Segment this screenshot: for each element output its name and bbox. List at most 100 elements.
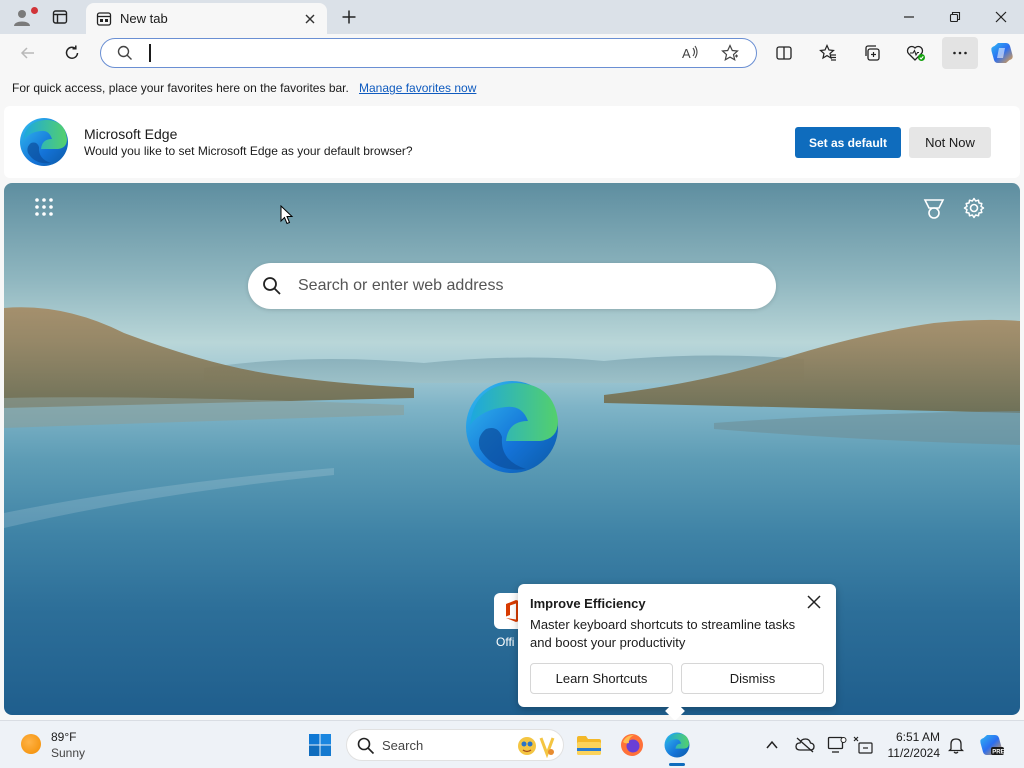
plus-icon xyxy=(342,10,356,24)
copilot-button[interactable] xyxy=(986,37,1018,69)
active-app-indicator xyxy=(669,763,685,766)
split-screen-icon xyxy=(776,46,792,60)
new-tab-button[interactable] xyxy=(336,5,362,29)
close-icon[interactable] xyxy=(806,594,822,610)
set-as-default-button[interactable]: Set as default xyxy=(795,127,901,158)
favorites-icon xyxy=(819,44,836,61)
onedrive-tray-button[interactable] xyxy=(793,733,817,757)
split-screen-button[interactable] xyxy=(768,37,800,69)
clock-date: 11/2/2024 xyxy=(887,746,941,760)
display-tray-button[interactable] xyxy=(825,733,849,757)
search-icon xyxy=(117,45,132,60)
weather-condition: Sunny xyxy=(51,746,86,760)
taskbar-search-label: Search xyxy=(382,738,424,753)
restore-button[interactable] xyxy=(932,0,978,34)
learn-shortcuts-button[interactable]: Learn Shortcuts xyxy=(530,663,673,694)
banner-subtitle: Would you like to set Microsoft Edge as … xyxy=(84,144,413,158)
collections-button[interactable] xyxy=(856,37,888,69)
notification-dot xyxy=(31,7,38,14)
tab-new-tab[interactable]: New tab xyxy=(86,3,327,34)
text-caret xyxy=(149,44,151,62)
dismiss-button[interactable]: Dismiss xyxy=(681,663,824,694)
tab-strip: New tab xyxy=(0,0,1024,34)
close-tab-icon[interactable] xyxy=(302,11,318,27)
svg-text:PRE: PRE xyxy=(992,750,1004,756)
network-tray-button[interactable] xyxy=(851,733,875,757)
weather-temperature: 89°F xyxy=(51,730,77,744)
add-favorite-icon[interactable] xyxy=(721,44,739,62)
toolbar: A xyxy=(0,34,1024,72)
network-icon xyxy=(853,736,873,754)
file-explorer-taskbar-icon[interactable] xyxy=(573,729,605,761)
new-tab-favicon-icon xyxy=(96,12,112,26)
tab-actions-icon xyxy=(52,10,68,24)
apps-grid-icon[interactable] xyxy=(34,197,54,217)
tab-title: New tab xyxy=(120,11,168,26)
popup-body: Master keyboard shortcuts to streamline … xyxy=(530,617,796,650)
back-button[interactable] xyxy=(12,37,44,69)
popup-pointer xyxy=(665,701,685,721)
sun-icon xyxy=(21,734,41,754)
search-highlight-icon xyxy=(518,737,555,758)
close-icon xyxy=(995,11,1007,23)
onedrive-icon xyxy=(795,737,815,753)
search-icon xyxy=(357,737,375,755)
gear-icon[interactable] xyxy=(962,196,986,220)
more-icon xyxy=(953,51,967,55)
refresh-icon xyxy=(65,45,79,59)
clock-time: 6:51 AM xyxy=(895,730,940,744)
refresh-button[interactable] xyxy=(56,37,88,69)
edge-taskbar-icon[interactable] xyxy=(661,729,693,761)
chevron-up-icon xyxy=(766,740,778,749)
taskbar: 89°F Sunny Search 6:51 AM 11/2/2024 PRE xyxy=(0,720,1024,768)
browser-essentials-button[interactable] xyxy=(900,37,932,69)
favorites-button[interactable] xyxy=(812,37,844,69)
manage-favorites-link[interactable]: Manage favorites now xyxy=(359,81,476,95)
firefox-icon xyxy=(621,734,643,756)
show-hidden-icons-button[interactable] xyxy=(760,733,784,757)
search-icon xyxy=(263,277,281,295)
edge-icon xyxy=(664,732,690,758)
copilot-pre-icon: PRE xyxy=(980,735,1005,756)
profile-button[interactable] xyxy=(8,4,38,30)
firefox-taskbar-icon[interactable] xyxy=(616,729,648,761)
web-search-placeholder: Search or enter web address xyxy=(298,277,504,294)
restore-icon xyxy=(949,11,961,23)
web-search-box[interactable]: Search or enter web address xyxy=(248,263,776,309)
copilot-icon xyxy=(991,43,1013,63)
new-tab-page: Search or enter web address Offi xyxy=(4,183,1020,715)
popup-title: Improve Efficiency xyxy=(530,596,646,611)
tab-actions-button[interactable] xyxy=(46,4,74,30)
copilot-taskbar-button[interactable]: PRE xyxy=(978,733,1006,757)
close-window-button[interactable] xyxy=(978,0,1024,34)
minimize-button[interactable] xyxy=(886,0,932,34)
collections-icon xyxy=(865,45,880,61)
not-now-button[interactable]: Not Now xyxy=(909,127,991,158)
browser-essentials-icon xyxy=(906,45,925,61)
bell-icon xyxy=(948,738,964,754)
notifications-button[interactable] xyxy=(944,733,968,757)
mouse-cursor-icon xyxy=(280,205,294,225)
banner-title: Microsoft Edge xyxy=(84,126,178,142)
profile-icon xyxy=(14,10,30,26)
back-icon xyxy=(20,47,34,59)
favorites-bar: For quick access, place your favorites h… xyxy=(0,72,1024,104)
edge-logo-icon xyxy=(466,381,558,573)
improve-efficiency-popup: Improve Efficiency Master keyboard short… xyxy=(518,584,836,721)
default-browser-banner: Microsoft Edge Would you like to set Mic… xyxy=(4,106,1020,178)
weather-widget[interactable]: 89°F Sunny xyxy=(10,721,100,768)
quick-link-label: Offi xyxy=(496,635,515,649)
clock[interactable]: 6:51 AM 11/2/2024 xyxy=(880,721,950,768)
svg-text:A: A xyxy=(682,46,691,61)
rewards-icon[interactable] xyxy=(922,197,946,221)
read-aloud-icon[interactable]: A xyxy=(681,44,699,62)
taskbar-search[interactable]: Search xyxy=(346,729,564,761)
address-bar[interactable]: A xyxy=(100,38,757,68)
minimize-icon xyxy=(904,16,914,18)
favorites-bar-message: For quick access, place your favorites h… xyxy=(12,81,349,95)
start-button[interactable] xyxy=(304,729,336,761)
more-button[interactable] xyxy=(942,37,978,69)
display-icon xyxy=(827,736,847,753)
edge-logo-icon xyxy=(20,118,68,166)
folder-icon xyxy=(577,736,601,755)
